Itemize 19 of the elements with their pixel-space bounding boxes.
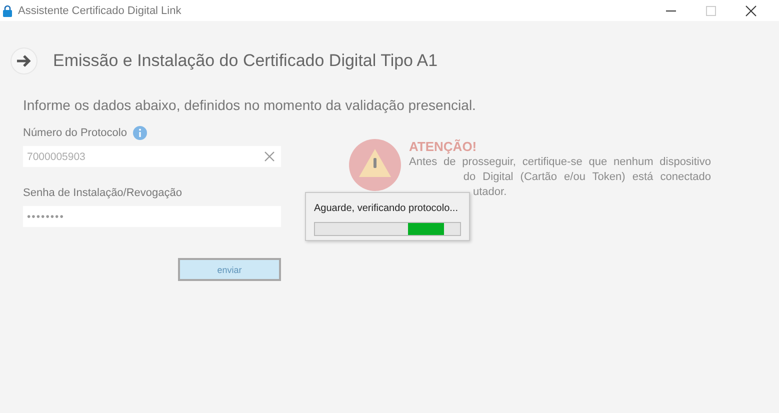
field-label: Senha de Instalação/Revogação	[23, 187, 182, 199]
input-field[interactable]: 7000005903	[23, 146, 281, 167]
warning-title: ATENÇÃO!	[409, 139, 478, 155]
warning-text: do Digital (Cartão e/ou Token) está conectado	[462, 170, 711, 185]
info-icon[interactable]	[132, 126, 147, 140]
close-icon[interactable]	[745, 4, 757, 16]
arrow-right-icon	[10, 47, 38, 75]
page-title: Emissão e Instalação do Certificado Digital Tipo A1	[53, 51, 438, 71]
window-title: Assistente Certificado Digital Link	[18, 4, 182, 16]
lock-icon	[3, 4, 12, 16]
warning-text: Antes de prosseguir, certifique-se que nenhum dispositivo	[409, 155, 711, 170]
field-label: Número do Protocolo	[23, 127, 127, 139]
clear-icon[interactable]	[264, 151, 275, 162]
instructions-text: Informe os dados abaixo, definidos no momento da validação presencial.	[23, 97, 477, 113]
warning-text: utador.	[472, 185, 508, 200]
password-field[interactable]: ••••••••	[23, 206, 281, 227]
maximize-icon[interactable]	[705, 4, 717, 16]
progress-message: Aguarde, verificando protocolo...	[314, 203, 459, 214]
warning-icon	[349, 139, 401, 191]
